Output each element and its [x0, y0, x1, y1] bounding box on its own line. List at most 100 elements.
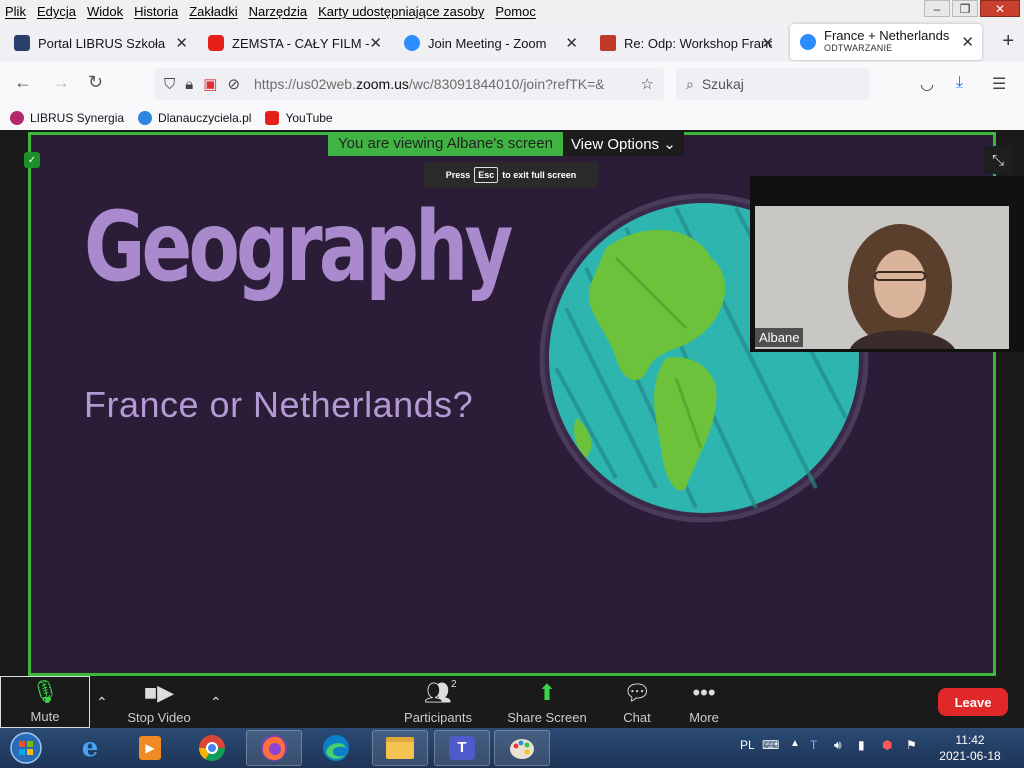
- menu-tools[interactable]: Narzędzia: [244, 4, 314, 19]
- close-tab-icon[interactable]: ✕: [175, 34, 188, 52]
- menu-history[interactable]: Historia: [129, 4, 184, 19]
- meeting-toolbar: 🎙︎ Mute ⌃ ■▶ Stop Video ⌃ 👥︎ Participant…: [0, 676, 1024, 728]
- mail-icon: [600, 35, 616, 51]
- show-hidden-icons-chevron[interactable]: ▲: [790, 738, 800, 749]
- url-text: https://us02web.zoom.us/wc/83091844010/j…: [254, 76, 604, 92]
- camera-permission-icon[interactable]: ▣: [203, 75, 217, 93]
- taskbar-media-player[interactable]: ▶: [124, 730, 176, 766]
- hint-press: Press: [445, 170, 471, 180]
- audio-options-chevron-icon[interactable]: ⌃: [96, 694, 108, 711]
- bookmark-label: Dlanauczyciela.pl: [158, 111, 252, 125]
- firefox-icon: [261, 735, 287, 761]
- clock-date: 2021-06-18: [939, 749, 1001, 763]
- video-options-chevron-icon[interactable]: ⌃: [210, 694, 222, 711]
- more-label: More: [689, 710, 719, 725]
- reload-icon[interactable]: ↻: [88, 72, 103, 93]
- stop-video-button[interactable]: ■▶ Stop Video: [124, 676, 194, 728]
- share-screen-button[interactable]: ⬆ Share Screen: [507, 676, 587, 728]
- taskbar-edge[interactable]: [310, 730, 362, 766]
- lock-icon[interactable]: 🔒︎: [185, 76, 193, 93]
- menu-view[interactable]: Widok: [82, 4, 129, 19]
- microphone-blocked-icon[interactable]: ⊘: [227, 75, 240, 93]
- close-tab-icon[interactable]: ✕: [369, 34, 382, 52]
- clock-time: 11:42: [955, 733, 985, 747]
- menu-help[interactable]: Pomoc: [490, 4, 541, 19]
- menu-file[interactable]: Plik: [0, 4, 32, 19]
- action-center-flag-icon[interactable]: ⚑: [906, 738, 917, 752]
- url-bar[interactable]: ⛉ 🔒︎ ▣ ⊘ https://us02web.zoom.us/wc/8309…: [154, 68, 664, 100]
- bookmarks-bar: LIBRUS Synergia Dlanauczyciela.pl YouTub…: [0, 106, 1024, 130]
- more-dots-icon: •••: [692, 680, 716, 705]
- start-button[interactable]: [0, 730, 52, 766]
- encryption-shield-icon[interactable]: ✓: [24, 152, 40, 168]
- tab-mail[interactable]: Re: Odp: Workshop France ✕: [590, 26, 782, 60]
- network-icon[interactable]: ▮: [858, 738, 865, 752]
- download-icon[interactable]: ⤓: [956, 74, 963, 92]
- tab-librus[interactable]: Portal LIBRUS Szkoła ✕: [4, 26, 196, 60]
- taskbar-chrome[interactable]: [186, 730, 238, 766]
- input-language[interactable]: PL: [740, 738, 755, 752]
- teams-tray-icon[interactable]: T: [810, 738, 817, 752]
- bookmark-youtube[interactable]: YouTube: [265, 111, 333, 125]
- tab-zemsta[interactable]: ZEMSTA - CAŁY FILM - 200 ✕: [198, 26, 390, 60]
- close-tab-icon[interactable]: ✕: [961, 33, 974, 51]
- new-tab-icon[interactable]: +: [1002, 30, 1014, 53]
- search-input[interactable]: ⌕ Szukaj: [676, 68, 870, 100]
- folder-icon: [386, 737, 414, 759]
- view-options-label: View Options: [570, 136, 660, 153]
- mute-label: Mute: [30, 709, 60, 724]
- slide-subtitle: France or Netherlands?: [84, 384, 474, 425]
- minimize-button[interactable]: –: [924, 0, 950, 17]
- bookmark-librus[interactable]: LIBRUS Synergia: [10, 111, 124, 125]
- back-icon[interactable]: ←: [14, 72, 32, 93]
- volume-icon[interactable]: 🔊︎: [834, 738, 842, 753]
- paint-palette-icon: [510, 739, 534, 759]
- share-screen-icon: ⬆: [537, 680, 557, 705]
- window-controls: – ❐ ✕: [924, 0, 1020, 17]
- esc-key: Esc: [474, 167, 499, 183]
- microphone-icon: 🎙︎: [31, 679, 59, 704]
- system-clock[interactable]: 11:42 2021-06-18: [932, 732, 1008, 764]
- close-tab-icon[interactable]: ✕: [565, 34, 578, 52]
- windows-start-icon: [10, 732, 42, 764]
- close-tab-icon[interactable]: ✕: [761, 34, 774, 52]
- tab-france-netherlands[interactable]: France + Netherlands ODTWARZANIE ✕: [790, 24, 982, 60]
- bookmark-dlanauczyciela[interactable]: Dlanauczyciela.pl: [138, 111, 251, 125]
- tab-title: ZEMSTA - CAŁY FILM - 200: [232, 35, 372, 51]
- taskbar-file-explorer[interactable]: [372, 730, 428, 766]
- menu-bookmarks[interactable]: Zakładki: [184, 4, 243, 19]
- chat-button[interactable]: 💬︎ Chat: [612, 676, 662, 728]
- tab-strip: Portal LIBRUS Szkoła ✕ ZEMSTA - CAŁY FIL…: [0, 22, 1024, 62]
- bookmark-label: LIBRUS Synergia: [30, 111, 125, 125]
- tab-join-meeting[interactable]: Join Meeting - Zoom ✕: [394, 26, 586, 60]
- menu-edit[interactable]: Edycja: [32, 4, 82, 19]
- menu-icon[interactable]: ☰: [992, 74, 1006, 94]
- shield-icon[interactable]: ⛉: [164, 76, 175, 93]
- mute-button[interactable]: 🎙︎ Mute: [0, 676, 90, 728]
- forward-icon[interactable]: →: [52, 72, 70, 93]
- more-button[interactable]: ••• More: [680, 676, 728, 728]
- leave-button[interactable]: Leave: [938, 688, 1008, 716]
- youtube-icon: [208, 35, 224, 51]
- viewing-banner: You are viewing Albane's screen View Opt…: [328, 132, 684, 156]
- close-window-button[interactable]: ✕: [980, 0, 1020, 17]
- view-options-button[interactable]: View Options ⌄: [562, 132, 684, 156]
- exit-fullscreen-icon[interactable]: ⤡: [984, 146, 1012, 174]
- taskbar-teams[interactable]: T: [434, 730, 490, 766]
- menu-sharing-tabs[interactable]: Karty udostępniające zasoby: [313, 4, 490, 19]
- chat-icon: 💬︎: [623, 680, 651, 705]
- exit-fullscreen-hint: Press Esc to exit full screen: [424, 162, 598, 188]
- participants-label: Participants: [404, 710, 472, 725]
- participants-button[interactable]: 👥︎ Participants: [400, 676, 476, 728]
- chrome-icon: [198, 735, 226, 762]
- taskbar-paint[interactable]: [494, 730, 550, 766]
- taskbar-firefox[interactable]: [246, 730, 302, 766]
- tab-title: Portal LIBRUS Szkoła: [38, 35, 166, 51]
- keyboard-icon[interactable]: ⌨: [762, 738, 779, 752]
- pocket-icon[interactable]: ◡: [920, 74, 934, 94]
- star-icon[interactable]: ☆: [641, 75, 654, 93]
- youtube-icon: [265, 111, 280, 125]
- taskbar-internet-explorer[interactable]: e: [64, 730, 116, 766]
- maximize-button[interactable]: ❐: [952, 0, 978, 17]
- antivirus-icon[interactable]: ⬢: [882, 738, 892, 752]
